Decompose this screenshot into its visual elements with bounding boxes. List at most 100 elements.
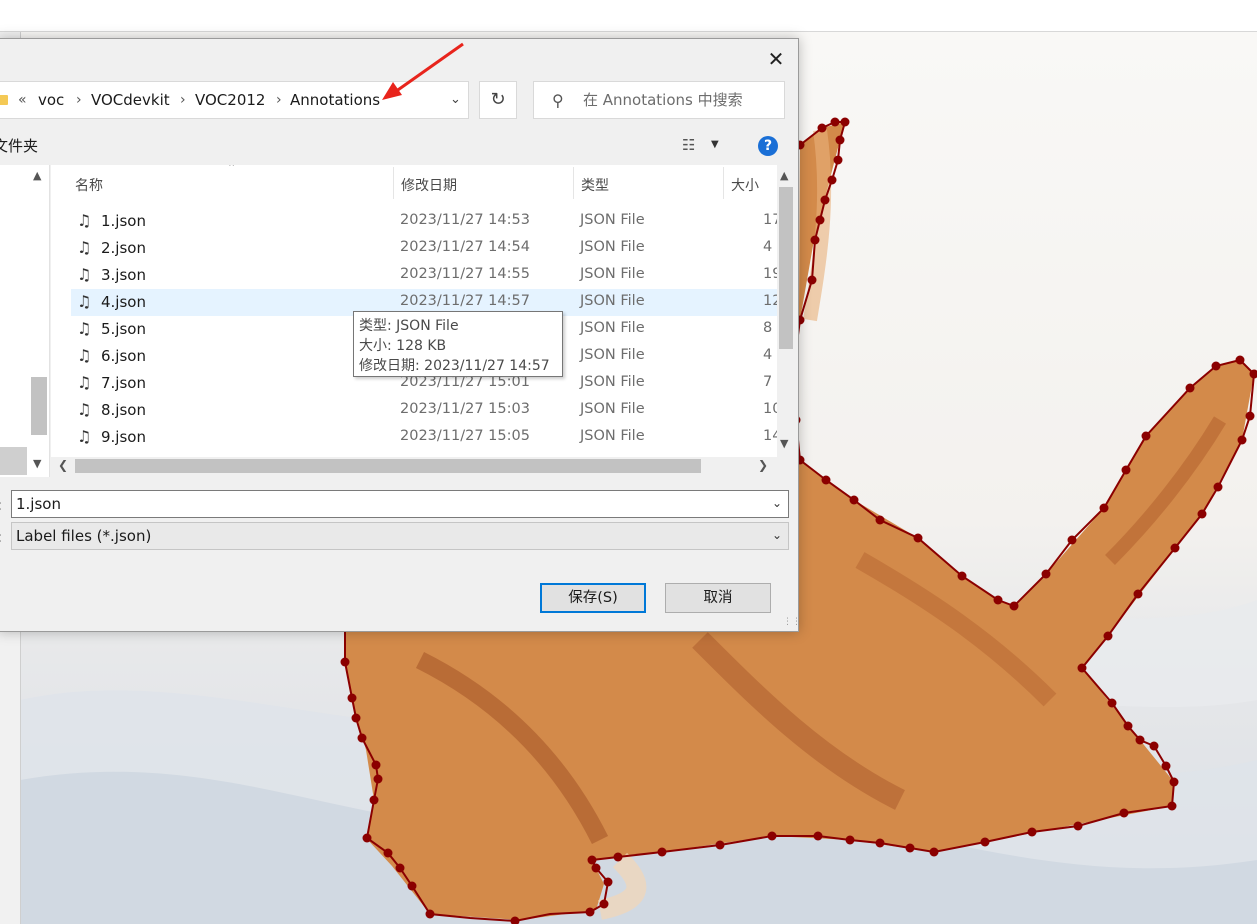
breadcrumb-voc2012[interactable]: VOC2012 <box>195 82 265 118</box>
file-size: 17 <box>763 212 777 228</box>
file-row[interactable]: ♫ 9.json 2023/11/27 15:05 JSON File 14 <box>71 424 777 451</box>
nav-scrollbar-thumb[interactable] <box>31 377 47 435</box>
scroll-left-icon[interactable]: ❮ <box>58 458 68 472</box>
file-row[interactable]: ♫ 1.json 2023/11/27 14:53 JSON File 17 <box>71 208 777 235</box>
cancel-button[interactable]: 取消 <box>665 583 771 613</box>
column-header-type[interactable]: 类型 <box>581 175 609 195</box>
column-header-date[interactable]: 修改日期 <box>401 175 457 195</box>
tooltip-type: 类型: JSON File <box>359 318 459 334</box>
save-file-dialog: ✕ « voc › VOCdevkit › VOC2012 › Annotati… <box>0 38 801 632</box>
file-list-vertical-scrollbar[interactable]: ▲ ▼ <box>777 165 795 457</box>
column-divider[interactable] <box>573 167 574 199</box>
scroll-up-icon[interactable]: ▲ <box>780 169 788 182</box>
scroll-down-icon[interactable]: ▼ <box>780 437 788 450</box>
file-date: 2023/11/27 14:57 <box>400 293 530 309</box>
search-input[interactable]: ⚲ 在 Annotations 中搜索 <box>533 81 785 119</box>
file-size: 14 <box>763 428 777 444</box>
address-bar[interactable]: « voc › VOCdevkit › VOC2012 › Annotation… <box>0 81 469 119</box>
json-file-icon: ♫ <box>77 427 92 446</box>
file-size: 7 <box>763 374 773 390</box>
view-dropdown-icon[interactable]: ▼ <box>711 139 719 150</box>
file-row[interactable]: ♫ 3.json 2023/11/27 14:55 JSON File 19 <box>71 262 777 289</box>
file-name: 2.json <box>101 239 146 257</box>
file-name: 1.json <box>101 212 146 230</box>
file-size: 10 <box>763 401 777 417</box>
help-icon[interactable]: ? <box>758 136 778 156</box>
scroll-up-icon[interactable]: ▲ <box>33 169 41 182</box>
file-type: JSON File <box>580 401 645 417</box>
file-date: 2023/11/27 15:03 <box>400 401 530 417</box>
file-size: 4 <box>763 239 773 255</box>
file-date: 2023/11/27 14:53 <box>400 212 530 228</box>
json-file-icon: ♫ <box>77 292 92 311</box>
file-type: JSON File <box>580 239 645 255</box>
file-type: JSON File <box>580 320 645 336</box>
json-file-icon: ♫ <box>77 346 92 365</box>
file-name: 5.json <box>101 320 146 338</box>
chevron-down-icon[interactable]: ⌄ <box>450 92 461 107</box>
tooltip-size: 大小: 128 KB <box>359 338 447 354</box>
json-file-icon: ♫ <box>77 319 92 338</box>
file-tooltip: 类型: JSON File 大小: 128 KB 修改日期: 2023/11/2… <box>353 311 563 377</box>
file-size: 12 <box>763 293 777 309</box>
file-name: 8.json <box>101 401 146 419</box>
search-placeholder: 在 Annotations 中搜索 <box>583 91 743 109</box>
file-size: 8 <box>763 320 773 336</box>
refresh-icon[interactable]: ↻ <box>479 81 517 119</box>
file-name: 3.json <box>101 266 146 284</box>
resize-grip-icon[interactable]: ⋮⋮ <box>783 617 801 627</box>
filetype-select[interactable]: Label files (*.json) ⌄ <box>11 522 789 550</box>
scroll-right-icon[interactable]: ❯ <box>758 458 768 472</box>
column-divider[interactable] <box>393 167 394 199</box>
file-name: 4.json <box>101 293 146 311</box>
chevron-down-icon[interactable]: ⌄ <box>772 528 782 542</box>
json-file-icon: ♫ <box>77 400 92 419</box>
folder-icon <box>0 95 8 105</box>
file-name: 7.json <box>101 374 146 392</box>
chevron-down-icon[interactable]: ⌄ <box>772 496 782 510</box>
breadcrumb-voc[interactable]: voc <box>38 82 64 118</box>
column-divider[interactable] <box>723 167 724 199</box>
file-size: 4 <box>763 347 773 363</box>
tooltip-date: 修改日期: 2023/11/27 14:57 <box>359 358 550 374</box>
filename-value: 1.json <box>16 495 61 513</box>
close-icon[interactable]: ✕ <box>763 47 789 71</box>
save-button[interactable]: 保存(S) <box>540 583 646 613</box>
json-file-icon: ♫ <box>77 211 92 230</box>
navigation-pane[interactable]: ▲ ▼ <box>0 165 50 477</box>
file-list-horizontal-scrollbar[interactable]: ❮ ❯ <box>51 457 777 475</box>
search-icon: ⚲ <box>552 91 564 110</box>
file-row[interactable]: ♫ 8.json 2023/11/27 15:03 JSON File 10 <box>71 397 777 424</box>
scroll-down-icon[interactable]: ▼ <box>33 457 41 470</box>
file-size: 19 <box>763 266 777 282</box>
filetype-label: : <box>0 528 2 546</box>
view-options-icon[interactable]: ☷ <box>682 136 695 154</box>
filename-label: : <box>0 496 2 514</box>
chevron-right-icon[interactable]: › <box>76 82 82 118</box>
file-date: 2023/11/27 15:05 <box>400 428 530 444</box>
file-row[interactable]: ♫ 2.json 2023/11/27 14:54 JSON File 4 <box>71 235 777 262</box>
sort-ascending-icon: ⌃ <box>227 165 237 174</box>
column-header-name[interactable]: 名称 <box>75 175 103 195</box>
chevron-right-icon[interactable]: › <box>276 82 282 118</box>
file-date: 2023/11/27 14:54 <box>400 239 530 255</box>
filename-input[interactable]: 1.json ⌄ <box>11 490 789 518</box>
breadcrumb-overflow[interactable]: « <box>18 82 27 118</box>
file-date: 2023/11/27 14:55 <box>400 266 530 282</box>
nav-selected-item[interactable] <box>0 447 27 475</box>
file-type: JSON File <box>580 266 645 282</box>
scrollbar-thumb[interactable] <box>75 459 701 473</box>
file-type: JSON File <box>580 293 645 309</box>
file-name: 6.json <box>101 347 146 365</box>
column-header-size[interactable]: 大小 <box>731 175 759 195</box>
breadcrumb-annotations[interactable]: Annotations <box>290 82 380 118</box>
chevron-right-icon[interactable]: › <box>180 82 186 118</box>
filetype-value: Label files (*.json) <box>16 527 152 545</box>
breadcrumb-vocdevkit[interactable]: VOCdevkit <box>91 82 170 118</box>
file-type: JSON File <box>580 428 645 444</box>
file-type: JSON File <box>580 347 645 363</box>
new-folder-button[interactable]: 文件夹 <box>0 135 38 156</box>
json-file-icon: ♫ <box>77 265 92 284</box>
file-name: 9.json <box>101 428 146 446</box>
scrollbar-thumb[interactable] <box>779 187 793 349</box>
